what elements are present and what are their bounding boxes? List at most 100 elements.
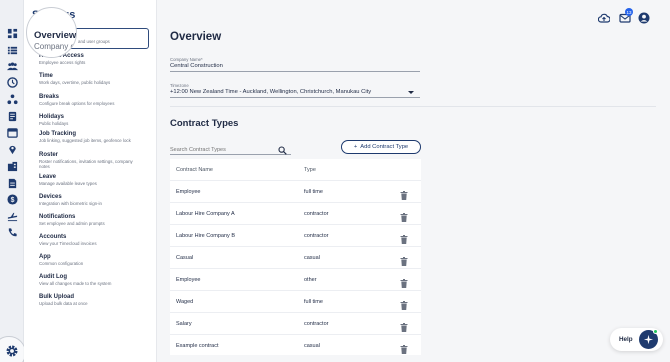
menu-item-label: Accounts: [39, 234, 67, 240]
menu-item-notifications[interactable]: Notifications Set employee and admin pro…: [39, 214, 157, 226]
clock-icon[interactable]: [6, 76, 18, 88]
cloud-upload-icon[interactable]: [597, 11, 611, 23]
trash-icon[interactable]: [400, 209, 408, 222]
menu-item-desc: Set employee and admin prompts: [39, 221, 105, 226]
menu-item-label: Time: [39, 73, 53, 79]
contract-name-cell: Casual: [176, 255, 194, 261]
phone-icon[interactable]: [6, 226, 18, 238]
report-icon[interactable]: [6, 110, 18, 122]
menu-item-desc: Manage available leave types: [39, 181, 97, 186]
table-row[interactable]: Example contract casual: [170, 335, 421, 357]
menu-item-label: Breaks: [39, 94, 60, 100]
menu-item-job-tracking[interactable]: Job Tracking Job linking, suggested job …: [39, 131, 157, 143]
table-row[interactable]: Labour Hire Company B contractor: [170, 225, 421, 247]
menu-item-time[interactable]: Time Work days, overtime, public holiday…: [39, 73, 157, 85]
list-icon[interactable]: [6, 44, 18, 56]
svg-text:$: $: [10, 196, 14, 203]
menu-item-desc: Employee access rights: [39, 60, 86, 65]
table-row[interactable]: Employee other: [170, 269, 421, 291]
menu-item-accounts[interactable]: Accounts View your Timecloud invoices: [39, 234, 157, 246]
company-name-field[interactable]: Central Construction: [170, 63, 420, 72]
menu-item-label: Bulk Upload: [39, 294, 75, 300]
menu-item-holidays[interactable]: Holidays Public holidays: [39, 114, 157, 126]
menu-item-desc: Configure break options for employees: [39, 101, 115, 106]
plus-icon: +: [353, 144, 358, 150]
contract-type-cell: casual: [304, 343, 320, 349]
contract-type-cell: full time: [304, 189, 323, 195]
contract-name-cell: Employee: [176, 277, 201, 283]
menu-item-label: Leave: [39, 174, 57, 180]
trash-icon[interactable]: [400, 253, 408, 266]
menu-item-label: Devices: [39, 194, 62, 200]
airplane-icon[interactable]: [6, 210, 18, 222]
menu-item-label: Audit Log: [39, 274, 67, 280]
calendar-icon[interactable]: [6, 126, 18, 138]
timezone-label: Timezone: [170, 83, 189, 88]
dollar-icon[interactable]: $: [6, 193, 18, 205]
menu-item-desc: View all changes made to the system: [39, 281, 112, 286]
menu-item-label: Roster: [39, 152, 59, 158]
menu-item-desc: Work days, overtime, public holidays: [39, 80, 111, 85]
table-row[interactable]: Casual casual: [170, 247, 421, 269]
menu-item-app[interactable]: App Common configuration: [39, 254, 157, 266]
contract-type-cell: contractor: [304, 211, 329, 217]
contract-type-cell: contractor: [304, 321, 329, 327]
menu-item-label: App: [39, 254, 51, 260]
trash-icon[interactable]: [400, 231, 408, 244]
help-label: Help: [619, 336, 633, 343]
gear-icon[interactable]: [0, 340, 24, 362]
menu-item-label: Holidays: [39, 114, 65, 120]
menu-item-audit-log[interactable]: Audit Log View all changes made to the s…: [39, 274, 157, 286]
location-icon[interactable]: [6, 143, 18, 155]
table-row[interactable]: Labour Hire Company A contractor: [170, 203, 421, 225]
table-row[interactable]: Salary contractor: [170, 313, 421, 335]
help-widget[interactable]: Help: [610, 328, 663, 351]
building-icon[interactable]: [6, 160, 18, 172]
timezone-select[interactable]: +12:00 New Zealand Time - Auckland, Well…: [170, 89, 420, 98]
add-contract-type-button[interactable]: + Add Contract Type: [341, 140, 421, 154]
trash-icon[interactable]: [400, 341, 408, 354]
column-header-type: Type: [304, 167, 316, 173]
contract-name-cell: Salary: [176, 321, 192, 327]
menu-item-desc: Roster notifications, invitation setting…: [39, 159, 133, 169]
search-icon[interactable]: [278, 142, 287, 155]
trash-icon[interactable]: [400, 297, 408, 310]
menu-item-desc: Public holidays: [39, 121, 69, 126]
contract-type-cell: other: [304, 277, 317, 283]
contract-name-cell: Labour Hire Company A: [176, 211, 235, 217]
table-row[interactable]: Waged full time: [170, 291, 421, 313]
table-header-row: Contract Name Type: [170, 159, 421, 181]
document-icon[interactable]: [6, 177, 18, 189]
menu-item-desc: View your Timecloud invoices: [39, 241, 97, 246]
account-icon[interactable]: [638, 11, 650, 24]
chevron-down-icon[interactable]: [408, 91, 414, 94]
contract-types-table: Contract Name Type Employee full time La…: [170, 159, 421, 355]
menu-item-breaks[interactable]: Breaks Configure break options for emplo…: [39, 94, 157, 106]
menu-item-desc: and user groups: [78, 39, 110, 44]
menu-item-label: Notifications: [39, 214, 76, 220]
magnified-overview-label: Overview: [34, 30, 77, 41]
column-header-name: Contract Name: [176, 167, 213, 173]
magnified-overview-desc: Company d: [34, 42, 75, 51]
page-title: Overview: [170, 31, 222, 43]
contract-name-cell: Employee: [176, 189, 201, 195]
org-chart-icon[interactable]: [6, 93, 18, 105]
notification-badge: 13: [625, 8, 633, 16]
people-icon[interactable]: [6, 60, 18, 72]
dashboard-icon[interactable]: [6, 27, 18, 39]
menu-item-roster[interactable]: Roster Roster notifications, invitation …: [39, 152, 157, 169]
menu-item-leave[interactable]: Leave Manage available leave types: [39, 174, 157, 186]
online-status-dot: [653, 329, 658, 334]
menu-item-devices[interactable]: Devices Integration with biometric sign-…: [39, 194, 157, 206]
contract-types-title: Contract Types: [170, 118, 239, 129]
icon-rail: $: [0, 0, 26, 362]
trash-icon[interactable]: [400, 187, 408, 200]
contract-type-cell: full time: [304, 299, 323, 305]
menu-item-desc: Job linking, suggested job items, geofen…: [39, 138, 131, 143]
trash-icon[interactable]: [400, 319, 408, 332]
company-name-label: Company Name*: [170, 57, 203, 62]
table-row[interactable]: Employee full time: [170, 181, 421, 203]
menu-item-bulk-upload[interactable]: Bulk Upload Upload bulk data at once: [39, 294, 157, 306]
contract-search-input[interactable]: [170, 145, 291, 155]
trash-icon[interactable]: [400, 275, 408, 288]
